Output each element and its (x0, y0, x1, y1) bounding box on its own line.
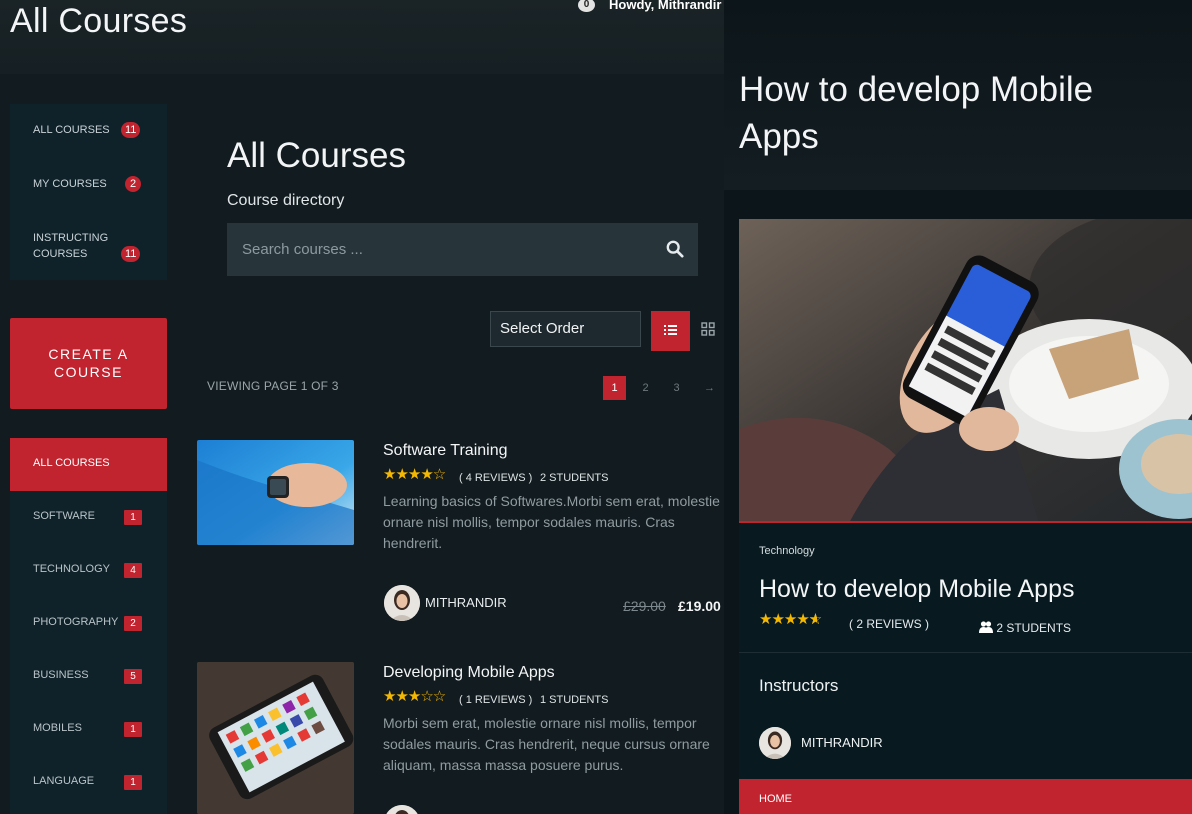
course-description: Morbi sem erat, molestie ornare nisl mol… (383, 715, 710, 773)
count-badge: 1 (124, 722, 142, 737)
instructor-avatar[interactable] (384, 805, 420, 814)
notification-badge[interactable]: 0 (578, 0, 595, 12)
course-category[interactable]: Technology (759, 545, 815, 557)
count-badge: 11 (121, 246, 141, 262)
top-bar: All Courses 0 Howdy, Mithrandir (0, 0, 724, 74)
category-item-language[interactable]: LANGUAGE (33, 775, 94, 787)
create-course-button[interactable]: CREATE A COURSE (10, 318, 167, 409)
list-view-button[interactable] (651, 311, 690, 351)
course-title[interactable]: Software Training (383, 442, 508, 460)
home-link[interactable]: HOME (759, 793, 792, 805)
page-title: All Courses (10, 2, 188, 40)
grid-view-icon[interactable] (700, 321, 716, 337)
category-item-business[interactable]: BUSINESS (33, 669, 89, 681)
category-menu: ALL COURSES SOFTWARE 1 TECHNOLOGY 4 PHOT… (10, 438, 167, 814)
page-3-button[interactable]: 3 (665, 376, 688, 400)
menu-item-all-courses[interactable]: ALL COURSES (33, 122, 110, 138)
list-icon (664, 325, 677, 335)
student-count: 2 STUDENTS (540, 472, 609, 484)
category-item-mobiles[interactable]: MOBILES (33, 722, 82, 734)
rating-stars: ★★★★★☆ (759, 611, 822, 628)
student-count: 1 STUDENTS (540, 694, 609, 706)
page-indicator: VIEWING PAGE 1 OF 3 (207, 379, 339, 393)
create-course-label: CREATE A COURSE (48, 346, 129, 380)
page-2-button[interactable]: 2 (634, 376, 657, 400)
review-count: ( 4 REVIEWS ) (459, 472, 533, 484)
person-icon (759, 727, 791, 759)
search-icon[interactable] (666, 240, 684, 258)
instructor-name[interactable]: MITHRANDIR (801, 735, 883, 750)
next-page-button[interactable]: → (698, 376, 721, 400)
person-icon (384, 585, 420, 621)
count-badge: 5 (124, 669, 142, 684)
category-label: ALL COURSES (33, 457, 110, 469)
order-select[interactable]: Select Order (490, 311, 641, 347)
count-badge: 2 (124, 616, 142, 631)
course-thumbnail[interactable] (197, 662, 354, 814)
rating-stars: ★★★☆☆ (383, 688, 446, 705)
search-input[interactable] (227, 223, 647, 276)
divider (739, 652, 1192, 653)
instructor-avatar[interactable] (384, 585, 420, 621)
menu-item-my-courses[interactable]: MY COURSES (33, 176, 107, 192)
course-directory-pane: All Courses 0 Howdy, Mithrandir ALL COUR… (0, 0, 724, 814)
count-badge: 2 (125, 176, 141, 192)
course-description: Learning basics of Softwares.Morbi sem e… (383, 493, 720, 551)
student-count-label: 2 STUDENTS (996, 621, 1072, 635)
person-icon (384, 805, 420, 814)
smartphone-image (197, 662, 354, 814)
menu-item-instructing-courses[interactable]: INSTRUCTING COURSES (33, 230, 123, 262)
category-item-photography[interactable]: PHOTOGRAPHY (33, 616, 118, 628)
course-hero-image (739, 219, 1192, 523)
review-count: ( 1 REVIEWS ) (459, 694, 533, 706)
course-title[interactable]: Developing Mobile Apps (383, 664, 555, 682)
phone-in-hand-image (739, 219, 1192, 521)
course-detail-header-title: How to develop Mobile Apps (739, 70, 1094, 156)
rating-stars: ★★★★☆ (383, 466, 446, 483)
users-icon (979, 621, 993, 633)
course-detail-pane: How to develop Mobile Apps Technology Ho… (724, 0, 1192, 814)
count-badge: 4 (124, 563, 142, 578)
instructor-name[interactable]: MITHRANDIR (425, 595, 507, 610)
student-count: 2 STUDENTS (979, 621, 1071, 635)
course-detail-card: Technology How to develop Mobile Apps ★★… (739, 219, 1192, 814)
category-item-technology[interactable]: TECHNOLOGY (33, 563, 110, 575)
home-nav-bar: HOME (739, 779, 1192, 814)
instructors-heading: Instructors (759, 676, 839, 695)
profile-course-menu: ALL COURSES 11 MY COURSES 2 INSTRUCTING … (10, 104, 167, 280)
page-1-button[interactable]: 1 (603, 376, 626, 400)
course-title: How to develop Mobile Apps (759, 575, 1075, 603)
course-thumbnail[interactable] (197, 440, 354, 545)
review-count: ( 2 REVIEWS ) (849, 617, 930, 631)
smartwatch-image (197, 440, 354, 545)
course-detail-header: How to develop Mobile Apps (724, 0, 1192, 190)
directory-title: All Courses (227, 136, 406, 175)
sale-price: £19.00 (678, 598, 721, 614)
count-badge: 1 (124, 775, 142, 790)
category-item-all-courses[interactable]: ALL COURSES (10, 438, 167, 491)
category-item-software[interactable]: SOFTWARE (33, 510, 95, 522)
instructor-avatar[interactable] (759, 727, 791, 759)
directory-subtitle: Course directory (227, 192, 345, 209)
count-badge: 11 (121, 122, 141, 138)
user-greeting[interactable]: Howdy, Mithrandir (609, 0, 721, 12)
count-badge: 1 (124, 510, 142, 525)
original-price: £29.00 (623, 598, 666, 614)
search-box (227, 223, 698, 276)
